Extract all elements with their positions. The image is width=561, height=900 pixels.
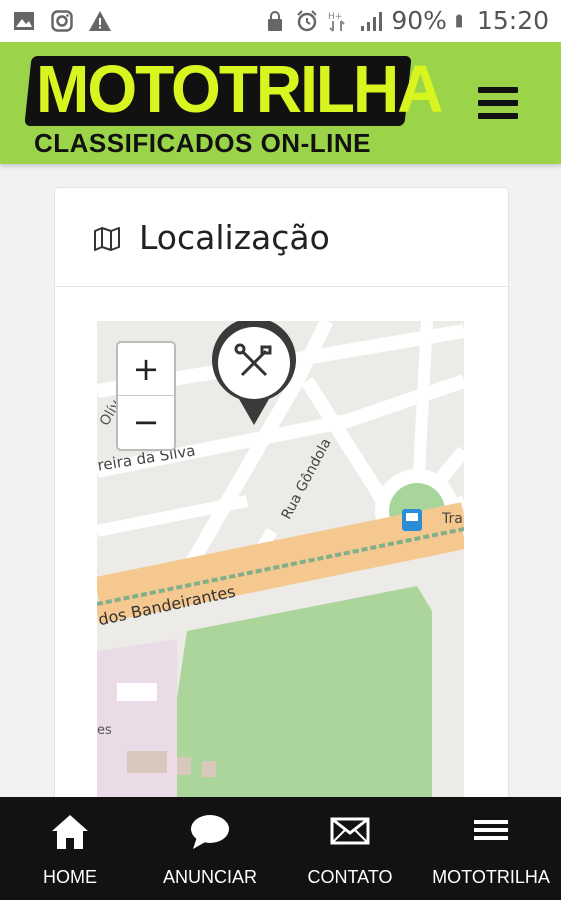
battery-percent: 90% [391,6,447,35]
signal-icon [361,11,383,31]
alarm-icon [297,9,318,31]
menu-icon [474,820,508,840]
home-icon [52,815,88,849]
status-bar: H+ 90% 15:20 [0,0,561,42]
logo-subtitle: CLASSIFICADOS ON-LINE [34,128,371,158]
lock-icon [268,10,283,31]
hamburger-icon[interactable] [478,87,518,119]
nav-label: CONTATO [307,867,393,887]
svg-text:H+: H+ [328,12,342,22]
app-header: MOTOTRILHA CLASSIFICADOS ON-LINE [0,42,561,164]
logo[interactable]: MOTOTRILHA [36,50,443,128]
mail-icon [330,817,370,845]
nav-label: MOTOTRILHA [432,867,550,887]
map-icon [94,227,120,251]
nav-mototrilha[interactable]: MOTOTRILHA [430,797,552,900]
card-title: Localização [139,218,330,257]
image-icon [14,12,34,30]
location-marker[interactable] [209,321,299,427]
instagram-icon [51,10,73,32]
bottom-navigation: HOME ANUNCIAR CONTATO MOTOTRILHA [0,797,561,900]
nav-label: HOME [43,867,97,887]
clock: 15:20 [476,6,549,35]
network-icon: H+ [328,12,346,32]
chat-icon [191,815,229,849]
card-header: Localização [55,188,508,287]
nav-home[interactable]: HOME [20,797,120,900]
nav-label: ANUNCIAR [162,867,257,887]
zoom-controls: + − [116,341,176,451]
map-label-partial: Tra [442,511,463,527]
nav-contato[interactable]: CONTATO [300,797,400,900]
battery-icon [456,14,462,27]
map-label-partial: es [97,723,112,738]
warning-icon [89,11,111,31]
zoom-out-button[interactable]: − [118,396,174,448]
zoom-in-button[interactable]: + [118,343,174,396]
nav-anunciar[interactable]: ANUNCIAR [150,797,270,900]
